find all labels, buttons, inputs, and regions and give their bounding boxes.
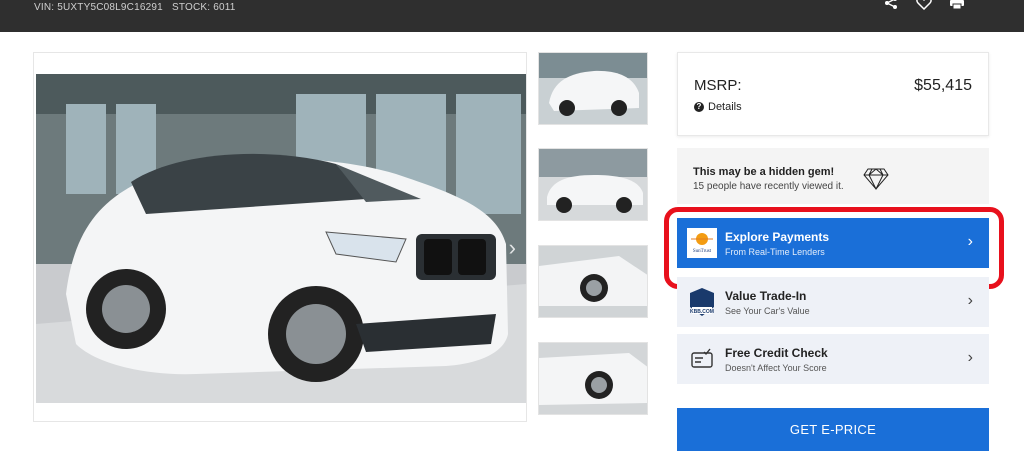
svg-text:SunTrust: SunTrust [693,249,712,254]
explore-payments-title: Explore Payments [725,230,830,244]
value-trade-in-button[interactable]: KBB.COM Value Trade-In See Your Car's Va… [677,277,989,327]
chevron-right-icon: › [967,233,973,250]
explore-payments-button[interactable]: SunTrust Explore Payments From Real-Time… [677,218,989,268]
msrp-label: MSRP: [694,77,742,94]
suntrust-logo: SunTrust [687,228,717,258]
thumbnail-2[interactable] [538,148,648,221]
credit-check-subtitle: Doesn't Affect Your Score [725,363,827,373]
value-trade-in-title: Value Trade-In [725,289,807,303]
hidden-gem-card: This may be a hidden gem! 15 people have… [677,148,989,204]
print-icon[interactable] [950,0,964,10]
msrp-card: MSRP: $55,415 ? Details [677,52,989,136]
value-trade-in-subtitle: See Your Car's Value [725,306,810,316]
diamond-icon [863,168,889,195]
question-icon: ? [694,102,704,112]
heart-icon[interactable] [916,0,932,10]
stock-number: STOCK: 6011 [172,2,236,13]
gem-subtitle: 15 people have recently viewed it. [693,181,844,192]
chevron-right-icon: › [967,292,973,309]
kbb-logo: KBB.COM [687,287,717,317]
gem-title: This may be a hidden gem! [693,166,835,178]
get-e-price-button[interactable]: GET E-PRICE [677,408,989,451]
share-icon[interactable] [884,0,898,10]
msrp-value: $55,415 [914,77,972,94]
thumbnail-4[interactable] [538,342,648,415]
credit-check-icon [687,344,717,374]
credit-check-title: Free Credit Check [725,346,828,360]
svg-text:KBB.COM: KBB.COM [690,309,714,315]
header-actions [884,0,964,10]
vin-text: VIN: 5UXTY5C08L9C16291 [34,2,163,13]
chevron-right-icon: › [967,349,973,366]
explore-payments-subtitle: From Real-Time Lenders [725,247,825,257]
thumbnail-3[interactable] [538,245,648,318]
vehicle-main-photo[interactable] [36,74,526,403]
thumbnail-1[interactable] [538,52,648,125]
free-credit-check-button[interactable]: Free Credit Check Doesn't Affect Your Sc… [677,334,989,384]
chevron-right-icon[interactable]: › [509,235,516,261]
vehicle-header-bar: VIN: 5UXTY5C08L9C16291 STOCK: 6011 [0,0,1024,32]
details-link[interactable]: ? Details [694,101,742,113]
main-photo-frame: › [33,52,527,422]
details-label: Details [708,101,742,113]
